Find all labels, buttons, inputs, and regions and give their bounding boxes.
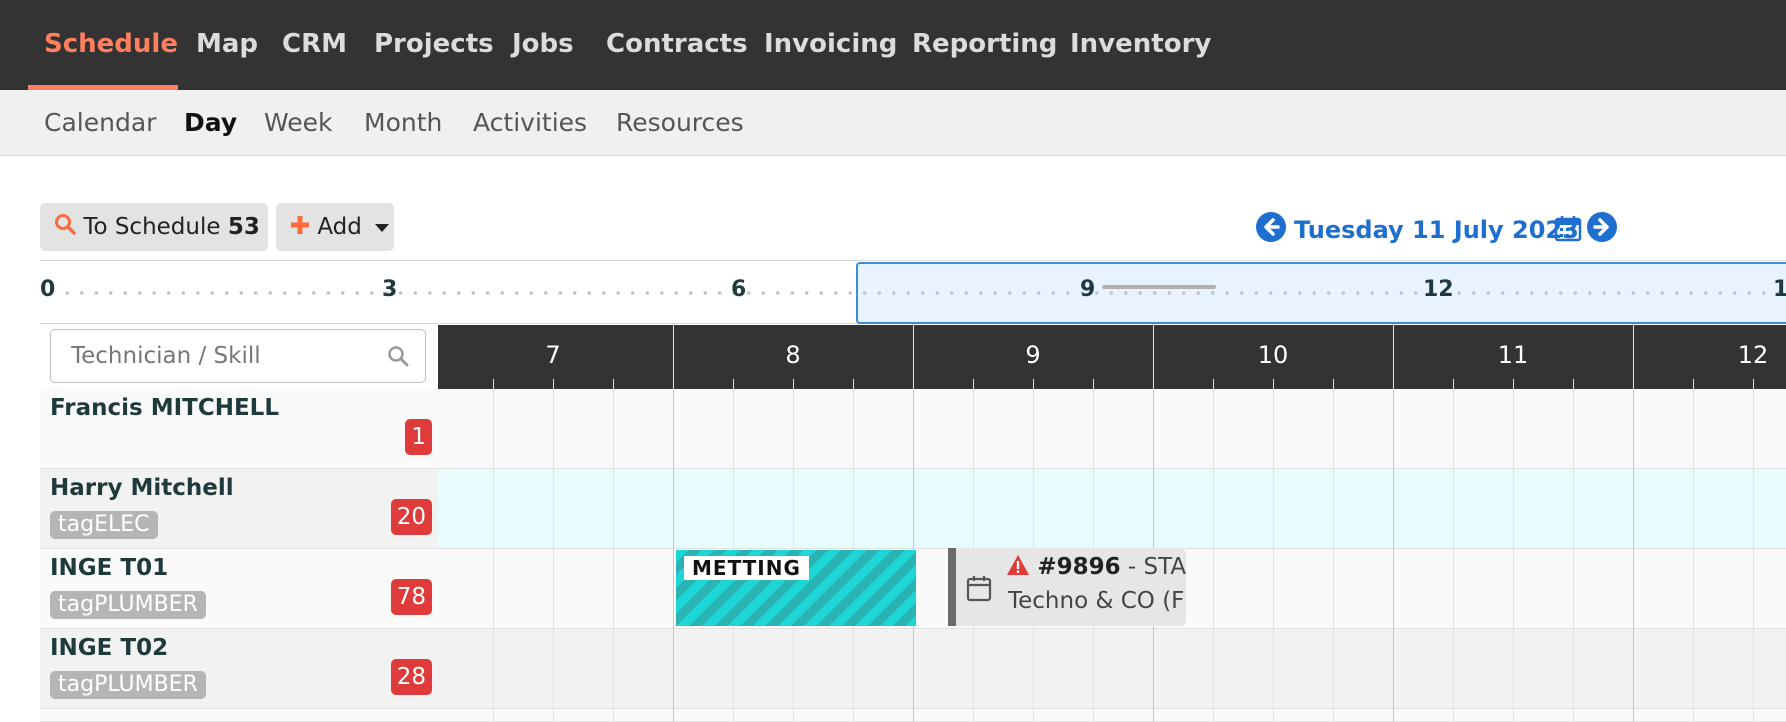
nav-reporting[interactable]: Reporting bbox=[912, 0, 1057, 90]
schedule-row[interactable] bbox=[438, 709, 1786, 722]
technician-count-badge: 20 bbox=[390, 499, 432, 535]
overview-hour-label: 0 bbox=[40, 277, 56, 302]
meeting-event[interactable]: METTING bbox=[676, 550, 916, 626]
tab-month[interactable]: Month bbox=[364, 90, 442, 156]
technician-count-badge: 28 bbox=[390, 659, 432, 695]
job-number: #9896 bbox=[1037, 554, 1121, 580]
tab-week[interactable]: Week bbox=[264, 90, 333, 156]
calendar-icon[interactable] bbox=[1554, 214, 1582, 246]
nav-schedule[interactable]: Schedule bbox=[44, 0, 178, 90]
warning-icon bbox=[1006, 554, 1030, 580]
nav-contracts[interactable]: Contracts bbox=[606, 0, 748, 90]
tab-day[interactable]: Day bbox=[184, 90, 237, 156]
add-button[interactable]: Add bbox=[276, 203, 394, 251]
technician-count-badge: 1 bbox=[405, 419, 432, 455]
chevron-down-icon bbox=[375, 223, 390, 232]
job-event[interactable]: #9896 - STA Techno & CO (F bbox=[948, 548, 1186, 626]
arrow-right-icon bbox=[1593, 218, 1609, 236]
schedule-row[interactable] bbox=[438, 629, 1786, 709]
sub-nav: Calendar Day Week Month Activities Resou… bbox=[0, 90, 1786, 156]
job-client: Techno & CO (F bbox=[1008, 588, 1185, 614]
technician-row[interactable]: Harry Mitchell tagELEC 20 bbox=[40, 469, 438, 549]
hour-header: 7 8 9 10 11 12 bbox=[438, 325, 1786, 389]
hour-label: 9 bbox=[1025, 341, 1041, 369]
skill-tag: tagPLUMBER bbox=[50, 671, 206, 699]
nav-invoicing[interactable]: Invoicing bbox=[764, 0, 897, 90]
overview-hour-label: 6 bbox=[731, 277, 747, 302]
skill-tag: tagPLUMBER bbox=[50, 591, 206, 619]
tab-resources[interactable]: Resources bbox=[616, 90, 744, 156]
next-day-button[interactable] bbox=[1587, 212, 1617, 242]
hour-label: 11 bbox=[1497, 341, 1529, 369]
schedule-row[interactable] bbox=[438, 389, 1786, 469]
schedule-row[interactable] bbox=[438, 469, 1786, 549]
job-status-bar bbox=[948, 548, 956, 626]
day-overview-timeline[interactable]: 0 3 6 9 12 1 bbox=[40, 260, 1786, 324]
technician-row[interactable]: Francis MITCHELL 1 bbox=[40, 389, 438, 469]
hour-label: 7 bbox=[545, 341, 561, 369]
hour-label: 10 bbox=[1257, 341, 1289, 369]
overview-hour-label: 9 bbox=[1080, 277, 1096, 302]
range-drag-handle[interactable] bbox=[1102, 285, 1216, 289]
tab-calendar[interactable]: Calendar bbox=[44, 90, 156, 156]
timeline-dots bbox=[60, 291, 1780, 295]
technician-count-badge: 78 bbox=[390, 579, 432, 615]
technician-row[interactable]: INGE T02 tagPLUMBER 28 bbox=[40, 629, 438, 709]
hour-label: 8 bbox=[785, 341, 801, 369]
nav-inventory[interactable]: Inventory bbox=[1070, 0, 1211, 90]
job-title-line: #9896 - STA bbox=[1006, 554, 1186, 580]
nav-crm[interactable]: CRM bbox=[282, 0, 347, 90]
tab-activities[interactable]: Activities bbox=[473, 90, 587, 156]
current-date[interactable]: Tuesday 11 July 2023 bbox=[1294, 210, 1579, 250]
search-icon bbox=[54, 204, 76, 252]
technician-name: Francis MITCHELL bbox=[50, 395, 279, 421]
arrow-left-icon bbox=[1264, 218, 1280, 236]
job-title: - STA bbox=[1120, 554, 1186, 580]
technician-name: INGE T02 bbox=[50, 635, 169, 661]
top-nav: Schedule Map CRM Projects Jobs Contracts… bbox=[0, 0, 1786, 90]
plus-icon bbox=[290, 204, 310, 252]
to-schedule-button[interactable]: To Schedule 53 bbox=[40, 203, 268, 251]
nav-jobs[interactable]: Jobs bbox=[512, 0, 574, 90]
technician-search-input[interactable] bbox=[51, 330, 371, 382]
to-schedule-label: To Schedule bbox=[83, 214, 221, 240]
overview-hour-label: 1 bbox=[1773, 277, 1786, 302]
technician-search bbox=[50, 329, 426, 383]
calendar-icon bbox=[966, 574, 992, 606]
add-label: Add bbox=[317, 214, 362, 240]
technician-name: Harry Mitchell bbox=[50, 475, 234, 501]
to-schedule-count: 53 bbox=[227, 214, 260, 240]
hour-label: 12 bbox=[1737, 341, 1769, 369]
skill-tag: tagELEC bbox=[50, 511, 158, 539]
nav-projects[interactable]: Projects bbox=[374, 0, 494, 90]
technician-row[interactable]: INGE T01 tagPLUMBER 78 bbox=[40, 549, 438, 629]
meeting-label: METTING bbox=[684, 556, 809, 580]
overview-hour-label: 3 bbox=[382, 277, 398, 302]
technician-name: INGE T01 bbox=[50, 555, 169, 581]
technician-row[interactable] bbox=[40, 709, 438, 722]
nav-map[interactable]: Map bbox=[196, 0, 258, 90]
overview-hour-label: 12 bbox=[1423, 277, 1454, 302]
prev-day-button[interactable] bbox=[1256, 212, 1286, 242]
search-icon bbox=[387, 345, 409, 371]
